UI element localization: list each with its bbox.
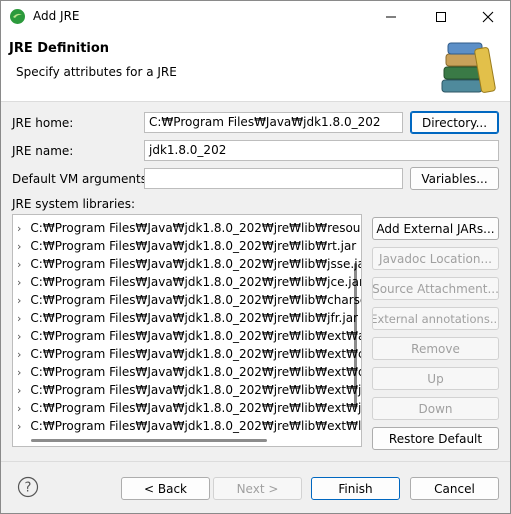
javadoc-location-button[interactable]: Javadoc Location... (372, 247, 499, 270)
library-row[interactable]: › C:₩Program Files₩Java₩jdk1.8.0_202₩jre₩… (13, 255, 361, 273)
chevron-right-icon[interactable]: › (17, 258, 21, 271)
chevron-right-icon[interactable]: › (17, 276, 21, 289)
library-path: C:₩Program Files₩Java₩jdk1.8.0_202₩jre₩l… (30, 401, 362, 415)
restore-default-button[interactable]: Restore Default (372, 427, 499, 450)
library-row[interactable]: › C:₩Program Files₩Java₩jdk1.8.0_202₩jre₩… (13, 363, 361, 381)
variables-button[interactable]: Variables... (410, 167, 499, 190)
maximize-button[interactable] (418, 1, 464, 32)
page-subtitle: Specify attributes for a JRE (16, 65, 177, 79)
library-row[interactable]: › C:₩Program Files₩Java₩jdk1.8.0_202₩jre₩… (13, 237, 357, 255)
title-bar: Add JRE (1, 1, 510, 32)
directory-button[interactable]: Directory... (410, 111, 499, 134)
library-path: C:₩Program Files₩Java₩jdk1.8.0_202₩jre₩l… (30, 239, 357, 253)
chevron-right-icon[interactable]: › (17, 402, 21, 415)
wizard-header: JRE Definition Specify attributes for a … (1, 32, 510, 102)
page-title: JRE Definition (9, 41, 110, 56)
window-title: Add JRE (33, 9, 80, 23)
library-path: C:₩Program Files₩Java₩jdk1.8.0_202₩jre₩l… (30, 257, 362, 271)
library-row[interactable]: › C:₩Program Files₩Java₩jdk1.8.0_202₩jre₩… (13, 309, 358, 327)
chevron-right-icon[interactable]: › (17, 294, 21, 307)
library-path: C:₩Program Files₩Java₩jdk1.8.0_202₩jre₩l… (30, 347, 362, 361)
chevron-right-icon[interactable]: › (17, 312, 21, 325)
jre-home-field[interactable]: C:₩Program Files₩Java₩jdk1.8.0_202 (144, 112, 403, 133)
up-button[interactable]: Up (372, 367, 499, 390)
library-row[interactable]: › C:₩Program Files₩Java₩jdk1.8.0_202₩jre₩… (13, 291, 361, 309)
jre-name-field[interactable]: jdk1.8.0_202 (144, 140, 499, 161)
close-icon (482, 11, 494, 22)
finish-button[interactable]: Finish (311, 477, 400, 500)
chevron-right-icon[interactable]: › (17, 366, 21, 379)
footer-divider (1, 461, 510, 462)
chevron-right-icon[interactable]: › (17, 348, 21, 361)
vm-args-field[interactable] (144, 168, 403, 189)
maximize-icon (436, 11, 446, 22)
cancel-button[interactable]: Cancel (410, 477, 499, 500)
library-row[interactable]: › C:₩Program Files₩Java₩jdk1.8.0_202₩jre₩… (13, 417, 361, 435)
chevron-right-icon[interactable]: › (17, 330, 21, 343)
eclipse-icon (10, 9, 25, 24)
library-books-icon (441, 42, 496, 93)
chevron-right-icon[interactable]: › (17, 420, 21, 433)
library-path: C:₩Program Files₩Java₩jdk1.8.0_202₩jre₩l… (30, 293, 362, 307)
add-external-jars-button[interactable]: Add External JARs... (372, 217, 499, 240)
down-button[interactable]: Down (372, 397, 499, 420)
library-row[interactable]: › C:₩Program Files₩Java₩jdk1.8.0_202₩jre₩… (13, 381, 361, 399)
remove-button[interactable]: Remove (372, 337, 499, 360)
library-row[interactable]: › C:₩Program Files₩Java₩jdk1.8.0_202₩jre₩… (13, 327, 361, 345)
next-button[interactable]: Next > (213, 477, 302, 500)
svg-text:?: ? (25, 481, 32, 496)
help-icon[interactable]: ? (17, 476, 39, 498)
library-row[interactable]: › C:₩Program Files₩Java₩jdk1.8.0_202₩jre₩… (13, 345, 361, 363)
library-row[interactable]: › C:₩Program Files₩Java₩jdk1.8.0_202₩jre₩… (13, 273, 361, 291)
jre-name-label: JRE name: (12, 144, 74, 158)
external-annotations-button[interactable]: External annotations... (372, 307, 499, 330)
library-path: C:₩Program Files₩Java₩jdk1.8.0_202₩jre₩l… (30, 311, 358, 325)
chevron-right-icon[interactable]: › (17, 384, 21, 397)
library-path: C:₩Program Files₩Java₩jdk1.8.0_202₩jre₩l… (30, 365, 362, 379)
libraries-tree[interactable]: › C:₩Program Files₩Java₩jdk1.8.0_202₩jre₩… (12, 214, 362, 447)
library-row[interactable]: › C:₩Program Files₩Java₩jdk1.8.0_202₩jre₩… (13, 219, 361, 237)
library-path: C:₩Program Files₩Java₩jdk1.8.0_202₩jre₩l… (30, 419, 362, 433)
back-button[interactable]: < Back (121, 477, 210, 500)
jre-home-label: JRE home: (12, 116, 73, 130)
minimize-icon (386, 16, 396, 17)
library-path: C:₩Program Files₩Java₩jdk1.8.0_202₩jre₩l… (30, 221, 362, 235)
add-jre-dialog: Add JRE JRE Definition Specify attribute… (0, 0, 511, 514)
library-row[interactable]: › C:₩Program Files₩Java₩jdk1.8.0_202₩jre₩… (13, 399, 361, 417)
library-path: C:₩Program Files₩Java₩jdk1.8.0_202₩jre₩l… (30, 383, 362, 397)
jre-home-label-text: JRE home: (12, 116, 74, 130)
vm-args-label: Default VM arguments: (12, 172, 152, 186)
chevron-right-icon[interactable]: › (17, 240, 21, 253)
horizontal-scrollbar[interactable] (31, 439, 267, 442)
source-attachment-button[interactable]: Source Attachment... (372, 277, 499, 300)
close-button[interactable] (465, 1, 511, 32)
chevron-right-icon[interactable]: › (17, 222, 21, 235)
minimize-button[interactable] (368, 1, 414, 32)
library-path: C:₩Program Files₩Java₩jdk1.8.0_202₩jre₩l… (30, 329, 362, 343)
libraries-label: JRE system libraries: (12, 197, 135, 211)
library-path: C:₩Program Files₩Java₩jdk1.8.0_202₩jre₩l… (30, 275, 362, 289)
